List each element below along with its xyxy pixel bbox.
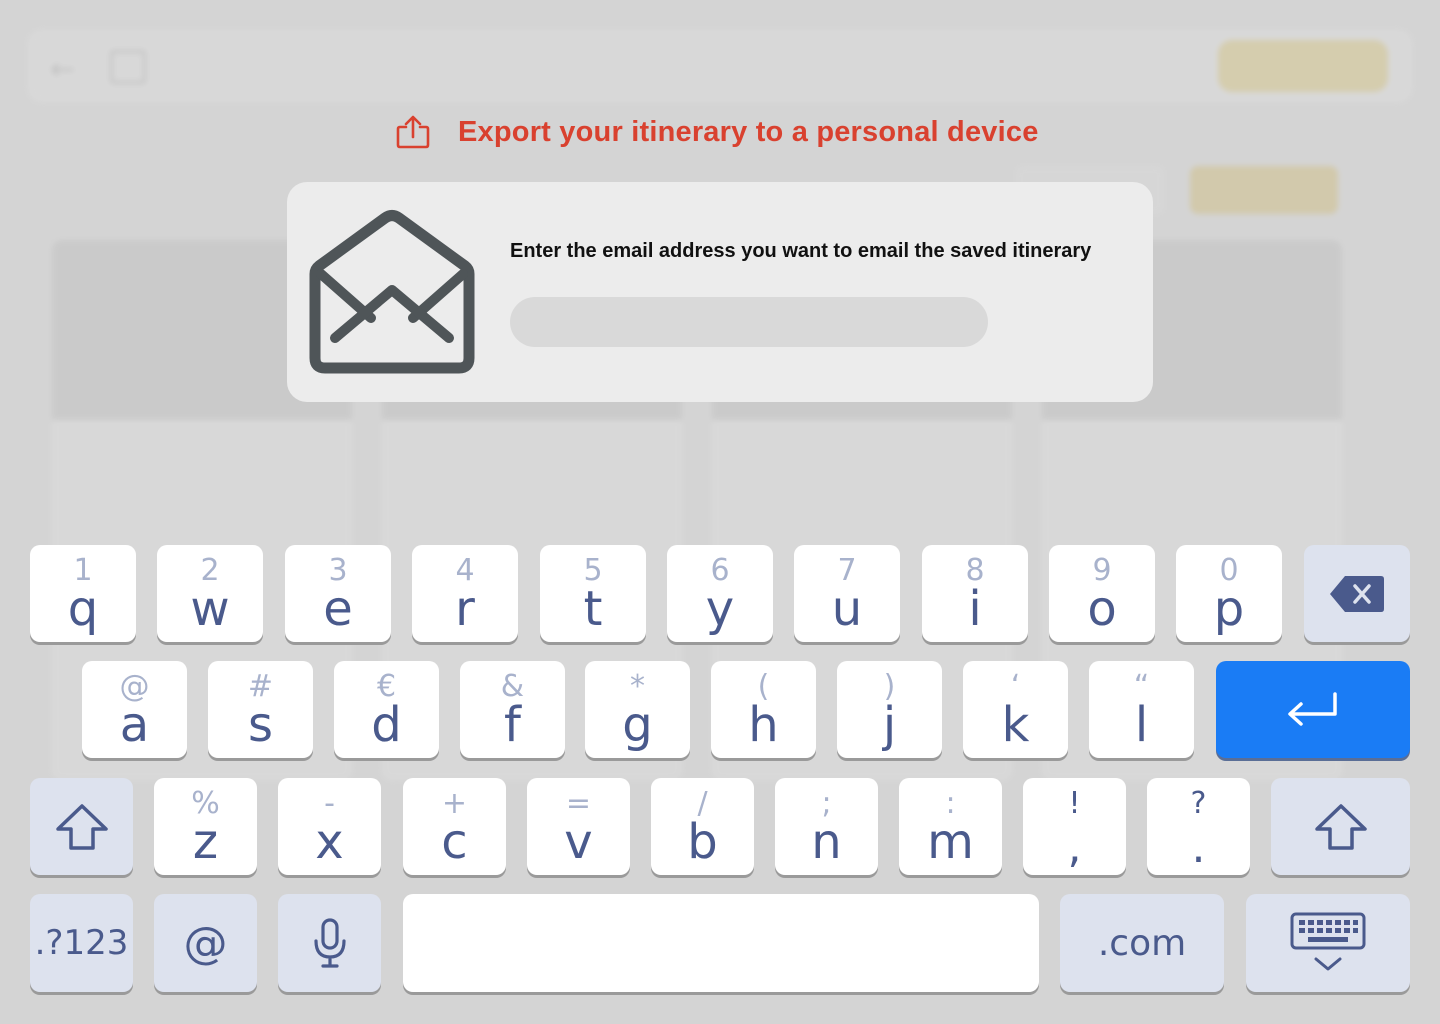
- space-key[interactable]: [403, 894, 1039, 992]
- backspace-icon: [1330, 575, 1384, 612]
- shift-icon: [55, 803, 108, 850]
- key-q[interactable]: 1q: [30, 545, 136, 642]
- shift-key-left[interactable]: [30, 778, 133, 875]
- key-c[interactable]: + c: [403, 778, 506, 875]
- key-b[interactable]: / b: [651, 778, 754, 875]
- key-i[interactable]: 8i: [922, 545, 1028, 642]
- export-header: Export your itinerary to a personal devi…: [394, 110, 1039, 154]
- key-g[interactable]: * g: [585, 661, 690, 758]
- key-p[interactable]: 0p: [1176, 545, 1282, 642]
- key-j[interactable]: ) j: [837, 661, 942, 758]
- key-d[interactable]: € d: [334, 661, 439, 758]
- key-y[interactable]: 6y: [667, 545, 773, 642]
- key-s[interactable]: # s: [208, 661, 313, 758]
- enter-key[interactable]: [1216, 661, 1410, 758]
- key-a[interactable]: @ a: [82, 661, 187, 758]
- key-v[interactable]: = v: [527, 778, 630, 875]
- microphone-icon: [313, 918, 346, 968]
- key-l[interactable]: “l: [1089, 661, 1194, 758]
- key-e[interactable]: 3e: [285, 545, 391, 642]
- key-comma[interactable]: !,: [1023, 778, 1126, 875]
- key-m[interactable]: :m: [899, 778, 1002, 875]
- key-n[interactable]: ; n: [775, 778, 878, 875]
- key-u[interactable]: 7u: [794, 545, 900, 642]
- hide-keyboard-key[interactable]: [1246, 894, 1410, 992]
- export-title: Export your itinerary to a personal devi…: [458, 115, 1039, 148]
- hide-keyboard-icon: [1290, 912, 1366, 971]
- email-dialog: Enter the email address you want to emai…: [287, 182, 1153, 402]
- dotcom-key[interactable]: .com: [1060, 894, 1224, 992]
- share-export-icon: [396, 115, 430, 149]
- symbols-key[interactable]: .?123: [30, 894, 133, 992]
- shift-icon: [1314, 803, 1367, 850]
- key-w[interactable]: 2w: [157, 545, 263, 642]
- key-period[interactable]: ?.: [1147, 778, 1250, 875]
- email-input[interactable]: [510, 297, 988, 347]
- key-t[interactable]: 5t: [540, 545, 646, 642]
- shift-key-right[interactable]: [1271, 778, 1410, 875]
- backspace-key[interactable]: [1304, 545, 1410, 642]
- key-o[interactable]: 9o: [1049, 545, 1155, 642]
- key-f[interactable]: & f: [460, 661, 565, 758]
- microphone-key[interactable]: [278, 894, 381, 992]
- key-r[interactable]: 4r: [412, 545, 518, 642]
- enter-icon: [1288, 691, 1337, 726]
- at-key[interactable]: @: [154, 894, 257, 992]
- envelope-open-icon: [309, 210, 475, 374]
- key-h[interactable]: (h: [711, 661, 816, 758]
- key-z[interactable]: % z: [154, 778, 257, 875]
- key-k[interactable]: ‘k: [963, 661, 1068, 758]
- key-x[interactable]: -x: [278, 778, 381, 875]
- email-prompt: Enter the email address you want to emai…: [510, 240, 1092, 262]
